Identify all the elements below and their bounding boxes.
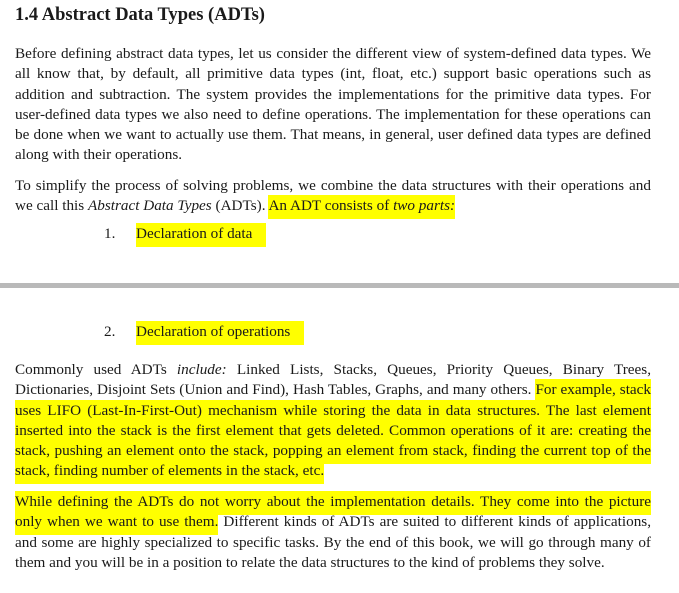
highlight-adt-parts: An ADT consists of two parts: bbox=[268, 195, 456, 220]
adt-parts-lead: An ADT consists of bbox=[268, 197, 394, 215]
common-adts-lead: Commonly used ADTs bbox=[15, 361, 177, 378]
page-top: 1.4 Abstract Data Types (ADTs) Before de… bbox=[0, 0, 679, 280]
list-item-declaration-of-data: 1. Declaration of data bbox=[104, 223, 267, 247]
paragraph-common-adts: Commonly used ADTs include: Linked Lists… bbox=[15, 360, 651, 485]
two-parts-term: two parts: bbox=[393, 197, 456, 215]
include-term: include: bbox=[176, 361, 227, 378]
adts-abbreviation: (ADTs). bbox=[211, 197, 269, 215]
paragraph-system-defined-types: Before defining abstract data types, let… bbox=[15, 45, 651, 164]
page-bottom: 2. Declaration of operations Commonly use… bbox=[0, 292, 679, 593]
page-divider bbox=[0, 280, 679, 292]
list-number: 2. bbox=[104, 323, 116, 340]
list-number: 1. bbox=[104, 225, 116, 242]
paragraph-adt-definition: To simplify the process of solving probl… bbox=[15, 176, 651, 220]
paragraph-implementation-details: While defining the ADTs do not worry abo… bbox=[15, 491, 651, 573]
abstract-data-types-term: Abstract Data Types bbox=[87, 197, 212, 215]
list-label: Declaration of operations bbox=[136, 321, 305, 345]
list-item-declaration-of-operations: 2. Declaration of operations bbox=[104, 321, 305, 345]
list-label: Declaration of data bbox=[136, 223, 267, 247]
section-heading: 1.4 Abstract Data Types (ADTs) bbox=[15, 5, 265, 25]
